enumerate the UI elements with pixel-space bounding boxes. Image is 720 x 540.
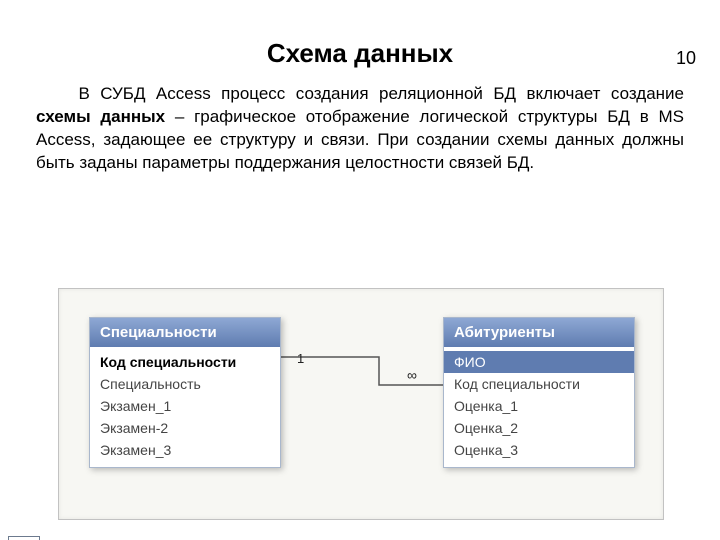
cardinality-many: ∞	[407, 367, 416, 383]
back-button[interactable]	[8, 536, 40, 540]
table-header: Абитуриенты	[444, 318, 634, 347]
field-row[interactable]: Экзамен_1	[90, 395, 280, 417]
table-specialties[interactable]: Специальности Код специальности Специаль…	[89, 317, 281, 468]
field-row[interactable]: Экзамен-2	[90, 417, 280, 439]
paragraph-bold: схемы данных	[36, 107, 165, 126]
page-title: Схема данных	[0, 38, 720, 69]
body-paragraph: В СУБД Access процесс создания реляционн…	[36, 83, 684, 175]
table-applicants[interactable]: Абитуриенты ФИО Код специальности Оценка…	[443, 317, 635, 468]
field-row[interactable]: Экзамен_3	[90, 439, 280, 461]
field-row[interactable]: Оценка_2	[444, 417, 634, 439]
field-row[interactable]: Оценка_3	[444, 439, 634, 461]
table-fields: ФИО Код специальности Оценка_1 Оценка_2 …	[444, 347, 634, 467]
field-row[interactable]: Код специальности	[90, 351, 280, 373]
field-row[interactable]: ФИО	[444, 351, 634, 373]
table-fields: Код специальности Специальность Экзамен_…	[90, 347, 280, 467]
field-row[interactable]: Код специальности	[444, 373, 634, 395]
table-header: Специальности	[90, 318, 280, 347]
field-row[interactable]: Оценка_1	[444, 395, 634, 417]
schema-diagram: 1 ∞ Специальности Код специальности Спец…	[58, 288, 664, 520]
paragraph-pre: В СУБД Access процесс создания реляционн…	[79, 84, 685, 103]
field-row[interactable]: Специальность	[90, 373, 280, 395]
cardinality-one: 1	[297, 351, 304, 366]
page-number: 10	[676, 48, 696, 69]
